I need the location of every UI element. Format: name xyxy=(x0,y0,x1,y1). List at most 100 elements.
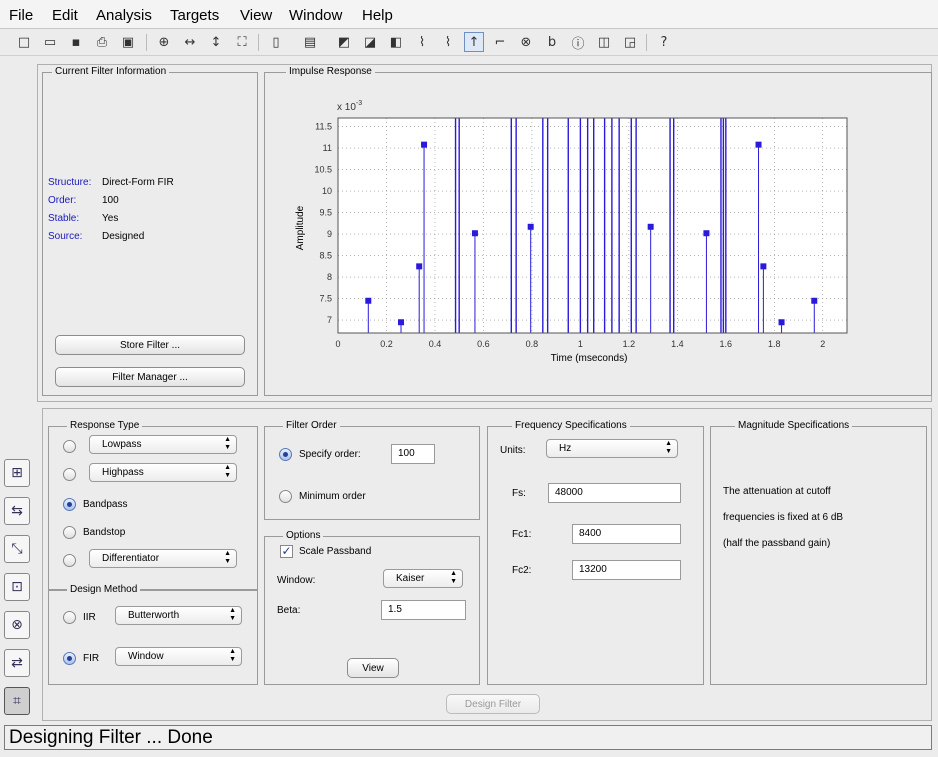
impulse-response-chart: x 10-3 Amplitude Time (mseconds) 0 0.2 0.4… xyxy=(295,100,848,364)
impulse-marker xyxy=(703,230,710,237)
iir-radio[interactable] xyxy=(63,611,76,624)
round-off-noise-icon[interactable]: ◲ xyxy=(620,32,640,52)
order-input[interactable]: 100 xyxy=(391,444,435,464)
differentiator-select[interactable]: Differentiator ▲ ▼ xyxy=(89,549,237,568)
x-tick-label: 0.4 xyxy=(429,339,442,349)
pole-zero-editor-side-icon[interactable]: ⊗ xyxy=(4,611,30,639)
x-tick-label: 0.2 xyxy=(380,339,393,349)
bandstop-radio[interactable] xyxy=(63,526,76,539)
menu-help[interactable]: Help xyxy=(362,7,393,24)
menu-bar: File Edit Analysis Targets View Window H… xyxy=(0,0,938,29)
save-icon[interactable]: ▪ xyxy=(66,32,86,52)
fir-radio[interactable] xyxy=(63,652,76,665)
fc2-input[interactable]: 13200 xyxy=(572,560,681,580)
import-filter-icon[interactable]: ⊡ xyxy=(4,573,30,601)
x-tick-label: 0 xyxy=(335,339,340,349)
fc2-label: Fc2: xyxy=(512,565,532,576)
menu-analysis[interactable]: Analysis xyxy=(96,7,152,24)
open-folder-icon[interactable]: ▭ xyxy=(40,32,60,52)
bandpass-radio[interactable] xyxy=(63,498,76,511)
highpass-radio[interactable] xyxy=(63,468,76,481)
highpass-select[interactable]: Highpass ▲ ▼ xyxy=(89,463,237,482)
iir-method-select[interactable]: Butterworth ▲ ▼ xyxy=(115,606,242,625)
magnitude-specs-title: Magnitude Specifications xyxy=(735,420,853,431)
magnitude-estimate-icon[interactable]: ◫ xyxy=(594,32,614,52)
print-preview-icon[interactable]: ▣ xyxy=(118,32,138,52)
response-type-title: Response Type xyxy=(67,420,143,431)
impulse-response-icon[interactable]: ↑ xyxy=(464,32,484,52)
filter-order-title: Filter Order xyxy=(283,420,340,431)
beta-input[interactable]: 1.5 xyxy=(381,600,466,620)
whats-this-icon[interactable]: ? xyxy=(654,32,674,52)
minimum-order-label: Minimum order xyxy=(299,491,366,502)
phase-response-icon[interactable]: ◪ xyxy=(360,32,380,52)
realize-model-icon[interactable]: ⤡ xyxy=(4,535,30,563)
specify-order-radio[interactable] xyxy=(279,448,292,461)
impulse-marker xyxy=(760,263,767,270)
design-filter-side-icon[interactable]: ⌗ xyxy=(4,687,30,715)
window-label: Window: xyxy=(277,575,316,586)
zoom-x-icon[interactable]: ↔ xyxy=(180,32,200,52)
impulse-marker xyxy=(398,319,405,326)
y-tick-label: 9.5 xyxy=(319,208,332,218)
impulse-marker xyxy=(421,141,428,148)
pole-zero-plot-icon[interactable]: ⊗ xyxy=(516,32,536,52)
fc1-input[interactable]: 8400 xyxy=(572,524,681,544)
source-value: Designed xyxy=(102,231,145,242)
y-tick-label: 11.5 xyxy=(315,122,332,132)
view-window-button[interactable]: View xyxy=(347,658,399,678)
create-multirate-filter-icon[interactable]: ⇆ xyxy=(4,497,30,525)
differentiator-radio[interactable] xyxy=(63,554,76,567)
window-select[interactable]: Kaiser ▲ ▼ xyxy=(383,569,463,588)
impulse-marker xyxy=(778,319,785,326)
options-panel: Options ✓ Scale Passband Window: Kaiser ▲… xyxy=(264,530,480,685)
fs-input[interactable]: 48000 xyxy=(548,483,681,503)
lowpass-select[interactable]: Lowpass ▲ ▼ xyxy=(89,435,237,454)
filter-specs-icon[interactable]: ▤ xyxy=(300,32,320,52)
exponent-base: x 10 xyxy=(337,102,356,113)
response-type-panel: Response Type Lowpass ▲ ▼ Highpass ▲ ▼ Bandp… xyxy=(48,420,258,590)
chart-title: Impulse Response xyxy=(286,66,375,77)
mag-phase-response-icon[interactable]: ◧ xyxy=(386,32,406,52)
filter-coefficients-icon[interactable]: b xyxy=(542,32,562,52)
order-key: Order: xyxy=(48,195,77,206)
menu-edit[interactable]: Edit xyxy=(52,7,78,24)
full-view-icon[interactable]: ⛶ xyxy=(232,32,252,52)
scale-passband-checkbox[interactable]: ✓ xyxy=(280,545,293,558)
pole-zero-editor-icon[interactable]: ▯ xyxy=(266,32,286,52)
filter-info-panel: Current Filter Information Structure: Di… xyxy=(42,66,258,396)
filter-manager-button[interactable]: Filter Manager ... xyxy=(55,367,245,387)
zoom-in-icon[interactable]: ⊕ xyxy=(154,32,174,52)
transform-filter-icon[interactable]: ⊞ xyxy=(4,459,30,487)
scale-passband-label: Scale Passband xyxy=(299,546,372,557)
x-tick-label: 1.8 xyxy=(768,339,781,349)
filter-information-icon[interactable]: ⓘ xyxy=(568,32,588,52)
structure-value: Direct-Form FIR xyxy=(102,177,174,188)
fir-method-select[interactable]: Window ▲ ▼ xyxy=(115,647,242,666)
step-response-icon[interactable]: ⌐ xyxy=(490,32,510,52)
zoom-y-icon[interactable]: ↕ xyxy=(206,32,226,52)
store-filter-button[interactable]: Store Filter ... xyxy=(55,335,245,355)
units-label: Units: xyxy=(500,445,526,456)
print-icon[interactable]: ⎙ xyxy=(92,32,112,52)
design-method-title: Design Method xyxy=(67,584,141,595)
group-delay-icon[interactable]: ⌇ xyxy=(412,32,432,52)
minimum-order-radio[interactable] xyxy=(279,490,292,503)
new-file-icon[interactable]: □ xyxy=(14,32,34,52)
filter-converter-icon[interactable]: ⇄ xyxy=(4,649,30,677)
magnitude-response-icon[interactable]: ◩ xyxy=(334,32,354,52)
units-select[interactable]: Hz ▲ ▼ xyxy=(546,439,678,458)
phase-delay-icon[interactable]: ⌇ xyxy=(438,32,458,52)
impulse-response-panel: Impulse Response x 10-3 Amplitude Time (… xyxy=(264,66,932,396)
design-filter-button[interactable]: Design Filter xyxy=(446,694,540,714)
lowpass-radio[interactable] xyxy=(63,440,76,453)
menu-file[interactable]: File xyxy=(9,7,33,24)
menu-window[interactable]: Window xyxy=(289,7,342,24)
menu-targets[interactable]: Targets xyxy=(170,7,219,24)
impulse-marker xyxy=(416,263,423,270)
y-tick-label: 8.5 xyxy=(319,251,332,261)
y-tick-label: 11 xyxy=(323,143,332,153)
filter-info-title: Current Filter Information xyxy=(52,66,170,77)
iir-label: IIR xyxy=(83,612,96,623)
menu-view[interactable]: View xyxy=(240,7,272,24)
